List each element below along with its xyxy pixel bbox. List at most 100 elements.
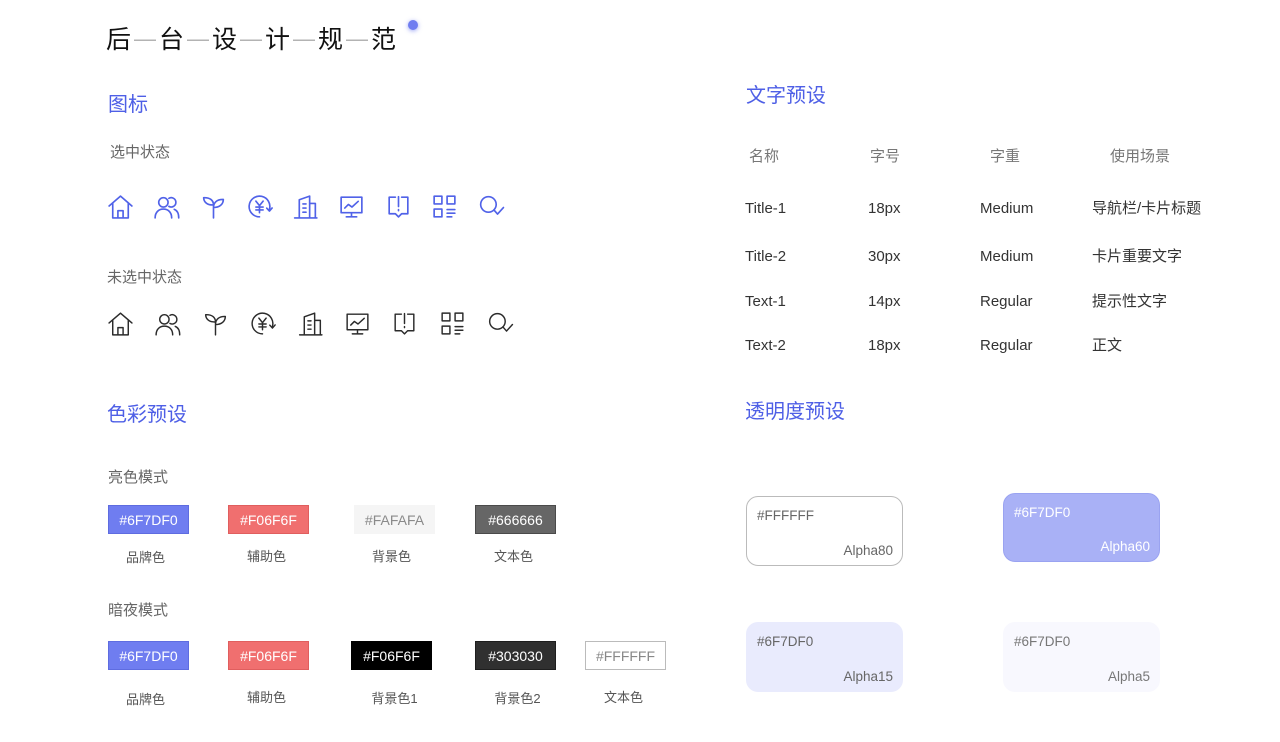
swatch-label: 辅助色 xyxy=(246,549,286,564)
type-cell-name: Text-1 xyxy=(745,293,786,310)
swatch-hex: #FFFFFF xyxy=(595,647,656,664)
building-icon xyxy=(291,192,320,221)
title-char: 范 xyxy=(371,26,397,54)
title-separator: — xyxy=(240,26,262,51)
swatch-label: 背景色2 xyxy=(494,691,541,706)
swatch-label: 文本色 xyxy=(493,549,533,564)
users-icon xyxy=(153,309,182,338)
alpha-swatch-hex: #6F7DF0 xyxy=(1014,634,1071,649)
type-cell-name: Title-1 xyxy=(745,200,787,217)
type-table-row: Title-1 18px Medium 导航栏/卡片标题 xyxy=(745,200,1225,217)
users-icon xyxy=(152,192,181,221)
color-swatch: #6F7DF0 xyxy=(108,641,189,670)
swatch-label: 品牌色 xyxy=(125,692,165,707)
type-table-header: 名称 字号 字重 使用场景 xyxy=(745,148,1225,165)
color-swatch: #F06F6F xyxy=(228,641,309,670)
title-char: 后 xyxy=(106,26,132,54)
swatch-hex: #F06F6F xyxy=(240,511,297,528)
title-separator: — xyxy=(346,26,368,51)
title-separator: — xyxy=(134,26,156,51)
title-char: 规 xyxy=(318,26,344,54)
title-char: 计 xyxy=(265,26,291,54)
alpha-swatch-hex: #6F7DF0 xyxy=(1014,505,1071,520)
type-table-row: Text-2 18px Regular 正文 xyxy=(745,337,1225,354)
swatch-hex: #F06F6F xyxy=(240,647,297,664)
alpha-swatch: #FFFFFF Alpha80 xyxy=(746,496,903,566)
section-heading-opacity: 透明度预设 xyxy=(745,401,845,423)
title-accent-dot xyxy=(408,20,418,30)
monitor-chart-icon xyxy=(337,192,366,221)
design-spec-page: 后 — 台 — 设 — 计 — 规 — 范 图标 选中状态 未选中状态 色彩预设… xyxy=(0,0,1280,742)
swatch-hex: #FAFAFA xyxy=(364,511,425,528)
alpha-swatch: #6F7DF0 Alpha15 xyxy=(746,622,903,692)
alpha-swatch-hex: #6F7DF0 xyxy=(757,634,814,649)
type-cell-weight: Medium xyxy=(980,248,1034,265)
dark-mode-label: 暗夜模式 xyxy=(108,602,169,619)
grid-icon xyxy=(430,192,459,221)
title-char: 台 xyxy=(159,26,185,54)
type-cell-usage: 正文 xyxy=(1092,337,1123,354)
building-icon xyxy=(296,309,325,338)
swatch-hex: #6F7DF0 xyxy=(119,511,178,528)
color-swatch: #FAFAFA xyxy=(354,505,435,534)
swatch-hex: #666666 xyxy=(488,511,543,528)
type-cell-size: 18px xyxy=(868,200,901,217)
sprout-icon xyxy=(199,192,228,221)
section-heading-colors: 色彩预设 xyxy=(107,404,187,426)
alpha-swatch: #6F7DF0 Alpha5 xyxy=(1003,622,1160,692)
type-cell-name: Text-2 xyxy=(745,337,786,354)
yen-refresh-icon xyxy=(245,192,274,221)
light-mode-label: 亮色模式 xyxy=(108,469,169,486)
alpha-swatch-level: Alpha60 xyxy=(1100,539,1150,554)
monitor-chart-icon xyxy=(343,309,372,338)
title-separator: — xyxy=(293,26,315,51)
column-header-size: 字号 xyxy=(870,148,901,165)
swatch-label: 品牌色 xyxy=(125,550,165,565)
alpha-swatch-level: Alpha80 xyxy=(843,543,893,558)
type-cell-weight: Regular xyxy=(980,293,1033,310)
column-header-usage: 使用场景 xyxy=(1110,148,1171,165)
yen-refresh-icon xyxy=(248,309,277,338)
type-cell-weight: Medium xyxy=(980,200,1034,217)
color-swatch: #303030 xyxy=(475,641,556,670)
type-cell-usage: 提示性文字 xyxy=(1092,293,1168,310)
selected-icon-row xyxy=(106,192,505,221)
swatch-label: 辅助色 xyxy=(246,690,286,705)
type-cell-usage: 卡片重要文字 xyxy=(1092,248,1183,265)
swatch-hex: #303030 xyxy=(488,647,543,664)
color-swatch: #6F7DF0 xyxy=(108,505,189,534)
alpha-swatch: #6F7DF0 Alpha60 xyxy=(1003,493,1160,562)
swatch-label: 背景色1 xyxy=(371,691,418,706)
swatch-hex: #6F7DF0 xyxy=(119,647,178,664)
selected-state-label: 选中状态 xyxy=(110,144,171,161)
column-header-weight: 字重 xyxy=(990,148,1021,165)
grid-icon xyxy=(438,309,467,338)
swatch-label: 背景色 xyxy=(371,549,411,564)
color-swatch: #666666 xyxy=(475,505,556,534)
column-header-name: 名称 xyxy=(749,148,780,165)
type-table-row: Text-1 14px Regular 提示性文字 xyxy=(745,293,1225,310)
type-cell-size: 30px xyxy=(868,248,901,265)
type-table-row: Title-2 30px Medium 卡片重要文字 xyxy=(745,248,1225,265)
color-swatch: #F06F6F xyxy=(351,641,432,670)
page-title: 后 — 台 — 设 — 计 — 规 — 范 xyxy=(106,24,396,56)
section-heading-icons: 图标 xyxy=(108,94,148,116)
alpha-swatch-hex: #FFFFFF xyxy=(757,508,814,523)
type-cell-size: 18px xyxy=(868,337,901,354)
title-separator: — xyxy=(187,26,209,51)
home-icon xyxy=(106,192,135,221)
search-check-icon xyxy=(485,309,514,338)
unselected-icon-row xyxy=(106,309,514,338)
swatch-label: 文本色 xyxy=(603,690,643,705)
sprout-icon xyxy=(201,309,230,338)
color-swatch: #FFFFFF xyxy=(585,641,666,670)
type-cell-usage: 导航栏/卡片标题 xyxy=(1092,200,1202,217)
search-check-icon xyxy=(476,192,505,221)
section-heading-typography: 文字预设 xyxy=(746,85,826,107)
type-cell-weight: Regular xyxy=(980,337,1033,354)
type-cell-name: Title-2 xyxy=(745,248,787,265)
swatch-hex: #F06F6F xyxy=(363,647,420,664)
report-alert-icon xyxy=(384,192,413,221)
alpha-swatch-level: Alpha5 xyxy=(1107,669,1150,684)
report-alert-icon xyxy=(390,309,419,338)
